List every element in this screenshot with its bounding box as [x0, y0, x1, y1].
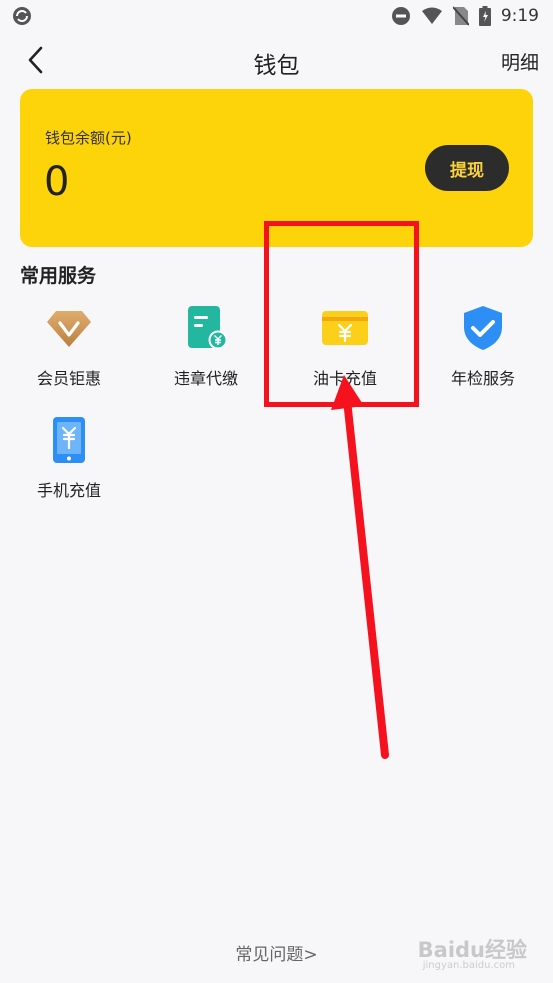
service-label: 油卡充值	[312, 369, 377, 388]
shield-check-icon	[464, 306, 502, 350]
service-label: 手机充值	[36, 481, 101, 500]
wifi-icon	[421, 7, 442, 24]
page-title: 钱包	[253, 53, 300, 79]
service-member-deals[interactable]: 会员钜惠	[9, 305, 129, 405]
no-sim-icon	[452, 6, 469, 26]
services-section-title: 常用服务	[20, 265, 97, 287]
status-bar: 9:19	[0, 0, 553, 32]
service-label: 会员钜惠	[36, 369, 101, 388]
balance-value: 0	[44, 159, 70, 205]
back-button[interactable]	[22, 44, 52, 76]
dnd-icon	[391, 7, 410, 25]
detail-link[interactable]: 明细	[501, 48, 539, 75]
battery-icon	[478, 6, 491, 26]
document-yuan-icon	[188, 306, 228, 350]
nav-bar: 钱包 明细	[0, 38, 553, 82]
balance-label: 钱包余额(元)	[45, 129, 132, 147]
withdraw-button[interactable]: 提现	[425, 145, 509, 191]
service-violation-payment[interactable]: 违章代缴	[146, 305, 266, 405]
service-label: 违章代缴	[173, 369, 238, 388]
sync-icon	[13, 7, 31, 25]
diamond-icon	[47, 311, 91, 347]
wallet-card: 钱包余额(元) 0 提现	[20, 89, 533, 247]
chevron-left-icon	[28, 46, 43, 74]
phone-yuan-icon	[53, 417, 85, 463]
status-time: 9:19	[500, 6, 539, 26]
card-yuan-icon	[322, 311, 368, 345]
service-phone-topup[interactable]: 手机充值	[9, 417, 129, 517]
service-fuel-card-topup[interactable]: 油卡充值	[285, 305, 405, 405]
service-annual-inspection[interactable]: 年检服务	[423, 305, 543, 405]
service-label: 年检服务	[450, 369, 515, 388]
watermark-url: jingyan.baidu.com	[422, 960, 515, 971]
